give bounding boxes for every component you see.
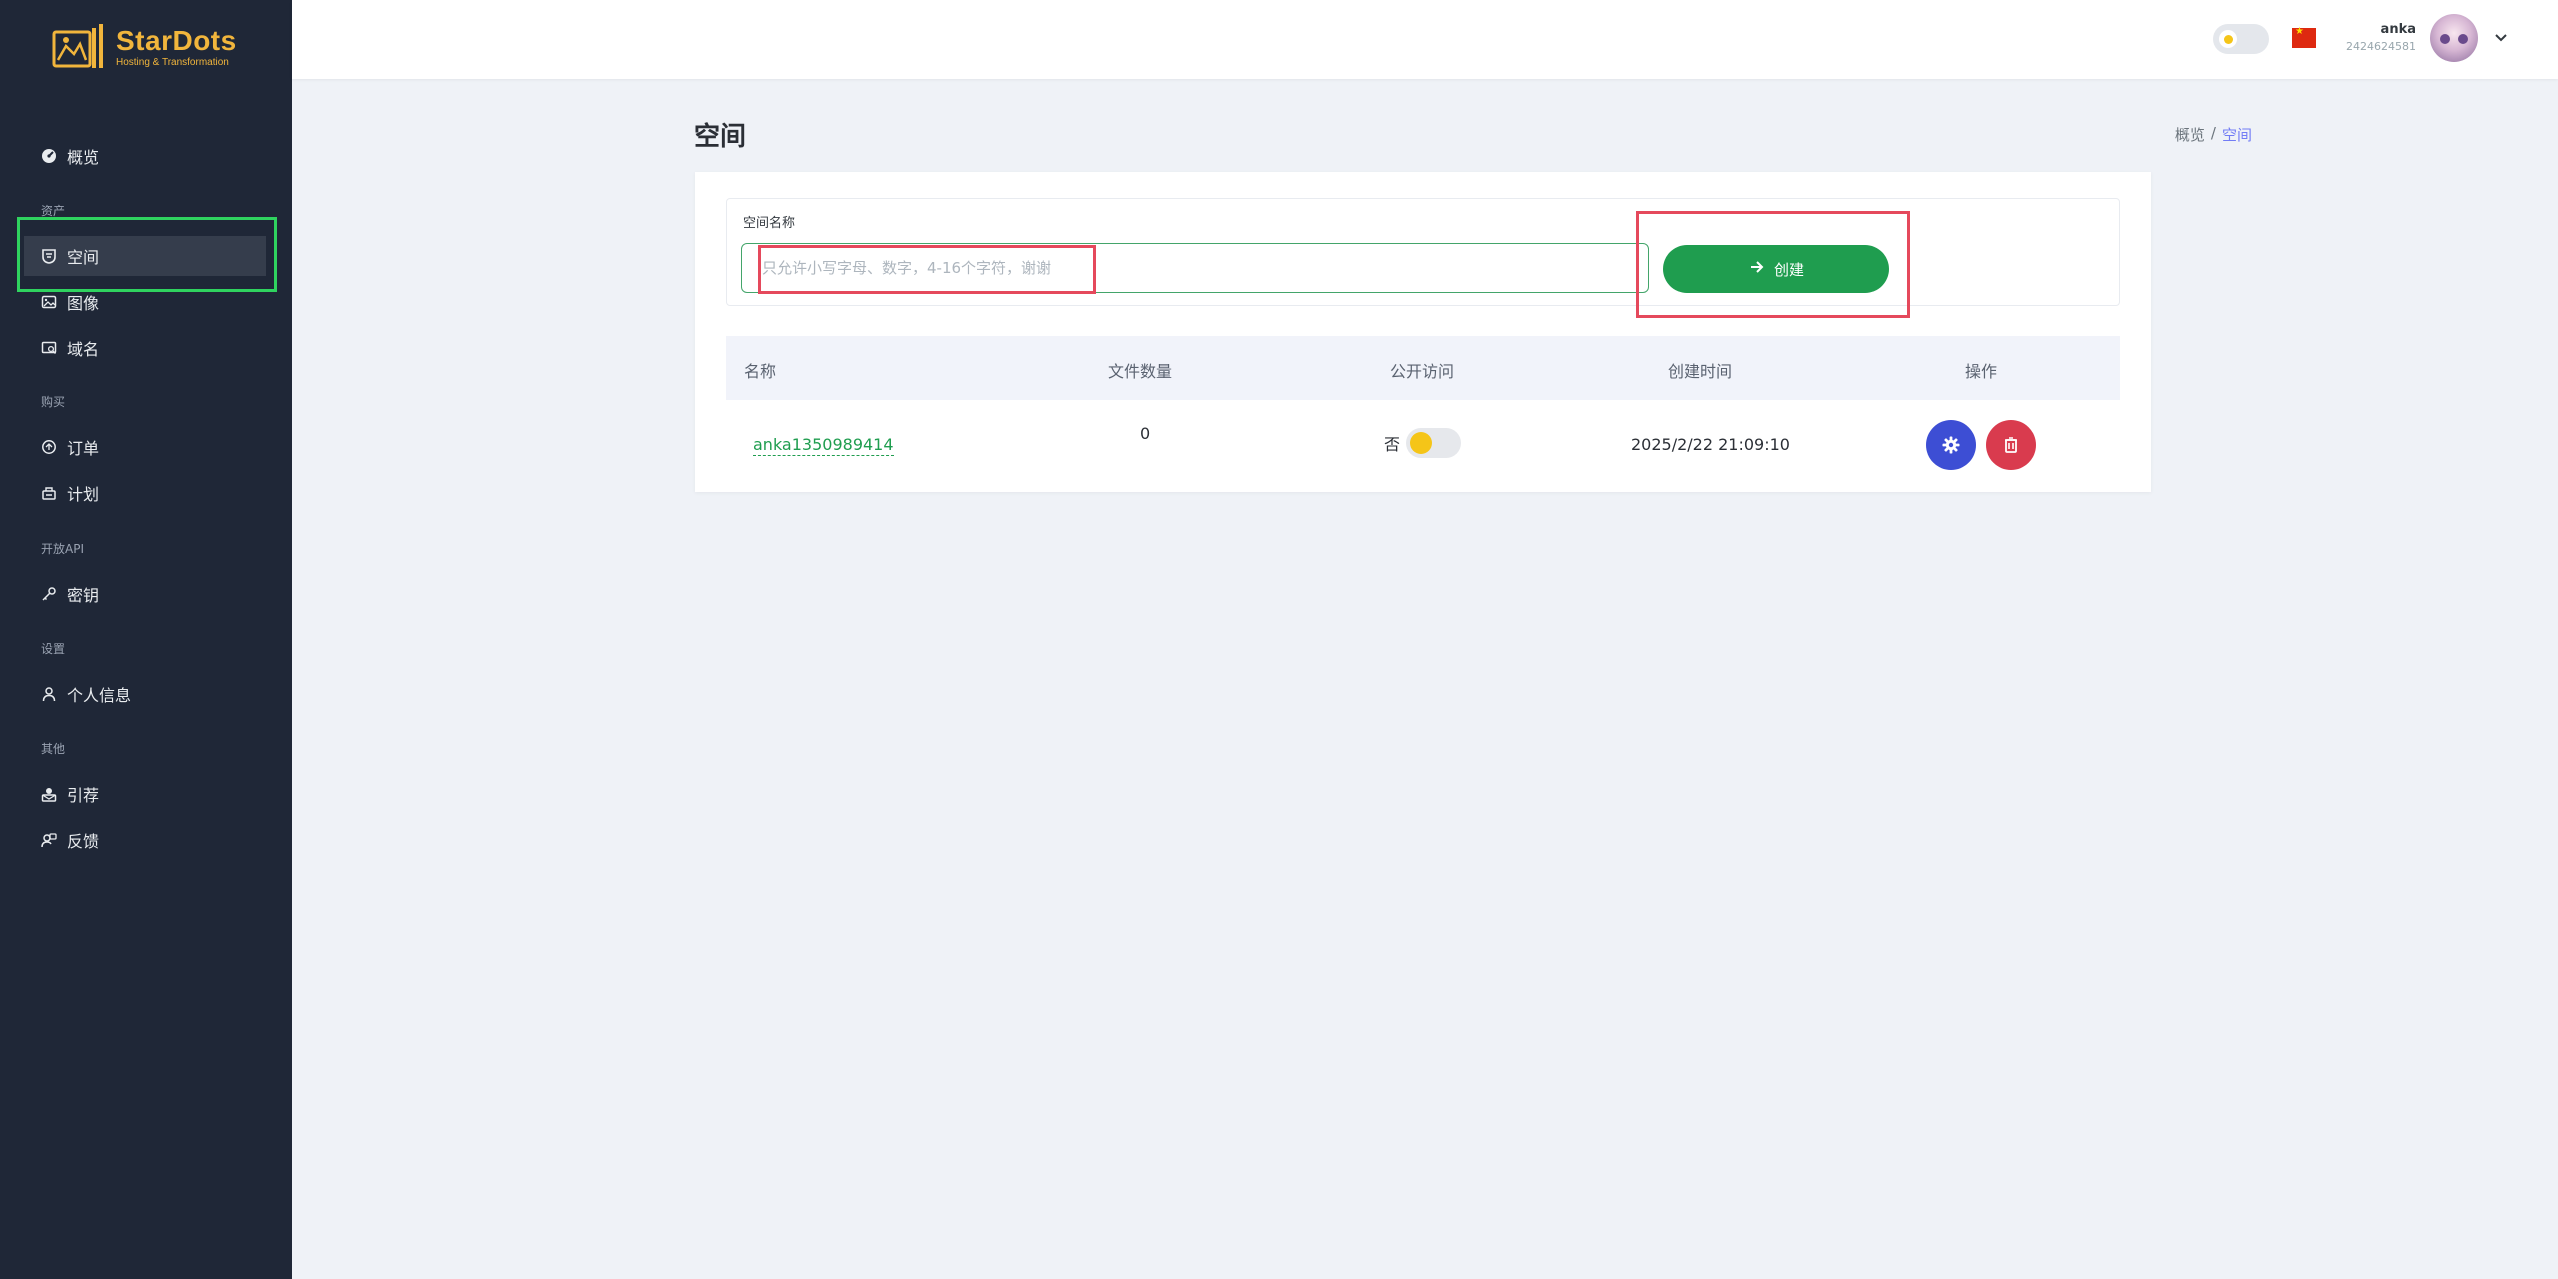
sidebar-item-domains[interactable]: 域名 bbox=[24, 328, 266, 368]
column-header-created-at: 创建时间 bbox=[1668, 362, 1733, 381]
sidebar-item-label: 引荐 bbox=[67, 786, 100, 805]
sidebar-section-purchase: 购买 bbox=[41, 395, 66, 409]
sidebar-item-label: 密钥 bbox=[67, 586, 100, 605]
avatar[interactable] bbox=[2430, 14, 2478, 62]
referral-icon bbox=[40, 785, 58, 803]
space-name-link[interactable]: anka1350989414 bbox=[753, 435, 894, 456]
highlight-box-create bbox=[1636, 211, 1910, 318]
sidebar-item-plans[interactable]: 计划 bbox=[24, 473, 266, 513]
stardots-logo-icon bbox=[52, 22, 106, 74]
sidebar-section-settings: 设置 bbox=[41, 642, 66, 656]
breadcrumb: 概览 / 空间 bbox=[2060, 124, 2252, 145]
public-access-toggle[interactable] bbox=[1406, 428, 1462, 458]
highlight-box-input bbox=[758, 245, 1096, 294]
user-name[interactable]: anka bbox=[2330, 22, 2416, 37]
spaces-card: 空间名称 创建 名称 文件数量 公开访问 创建时间 操作 anka1350989… bbox=[695, 172, 2151, 492]
trash-icon bbox=[2005, 437, 2017, 453]
public-access-cell: 否 bbox=[1384, 428, 1462, 458]
sidebar: StarDots Hosting & Transformation 概览 资产 … bbox=[0, 0, 292, 1279]
sidebar-item-overview[interactable]: 概览 bbox=[24, 136, 266, 176]
brand-logo[interactable]: StarDots Hosting & Transformation bbox=[52, 20, 237, 76]
sidebar-item-label: 反馈 bbox=[67, 832, 100, 851]
brand-name: StarDots bbox=[116, 25, 237, 56]
sidebar-item-feedback[interactable]: 反馈 bbox=[24, 820, 266, 860]
theme-toggle[interactable] bbox=[2213, 24, 2269, 54]
breadcrumb-overview-link[interactable]: 概览 bbox=[2175, 124, 2205, 145]
plan-icon bbox=[40, 484, 58, 502]
sidebar-item-orders[interactable]: 订单 bbox=[24, 427, 266, 467]
sidebar-section-open-api: 开放API bbox=[41, 542, 84, 556]
key-icon bbox=[40, 585, 58, 603]
sidebar-item-label: 计划 bbox=[67, 485, 100, 504]
page-title: 空间 bbox=[694, 122, 747, 152]
sidebar-item-keys[interactable]: 密钥 bbox=[24, 574, 266, 614]
column-header-name: 名称 bbox=[744, 362, 777, 381]
created-at: 2025/2/22 21:09:10 bbox=[1631, 435, 1790, 454]
table-header: 名称 文件数量 公开访问 创建时间 操作 bbox=[726, 336, 2120, 400]
column-header-actions: 操作 bbox=[1965, 362, 1998, 381]
breadcrumb-current: 空间 bbox=[2221, 126, 2252, 144]
image-icon bbox=[40, 293, 58, 311]
column-header-file-count: 文件数量 bbox=[1108, 362, 1173, 381]
order-icon bbox=[40, 438, 58, 456]
brand-tagline: Hosting & Transformation bbox=[116, 57, 229, 68]
column-header-public-access: 公开访问 bbox=[1390, 362, 1455, 381]
china-flag-icon[interactable] bbox=[2292, 26, 2316, 48]
file-count: 0 bbox=[1140, 424, 1151, 443]
chevron-down-icon[interactable] bbox=[2492, 28, 2510, 46]
sidebar-item-label: 订单 bbox=[67, 439, 100, 458]
sun-icon bbox=[2219, 30, 2237, 48]
sidebar-item-referral[interactable]: 引荐 bbox=[24, 774, 266, 814]
delete-button[interactable] bbox=[1986, 420, 2036, 470]
user-id: 2424624581 bbox=[2346, 40, 2416, 53]
sidebar-item-profile[interactable]: 个人信息 bbox=[24, 674, 266, 714]
settings-button[interactable] bbox=[1926, 420, 1976, 470]
user-icon bbox=[40, 685, 58, 703]
highlight-box-green bbox=[17, 217, 277, 292]
space-name-label: 空间名称 bbox=[743, 216, 796, 231]
sidebar-item-label: 域名 bbox=[67, 340, 100, 359]
gear-icon bbox=[1942, 436, 1960, 454]
sidebar-item-label: 图像 bbox=[67, 294, 100, 313]
table-row: anka1350989414 0 否 2025/2/22 21:09:10 bbox=[726, 400, 2120, 492]
feedback-icon bbox=[40, 831, 58, 849]
sidebar-section-other: 其他 bbox=[41, 742, 66, 756]
dashboard-icon bbox=[40, 147, 58, 165]
domain-icon bbox=[40, 339, 58, 357]
sidebar-item-label: 个人信息 bbox=[67, 686, 132, 705]
sidebar-item-label: 概览 bbox=[67, 148, 100, 167]
public-access-label: 否 bbox=[1384, 435, 1401, 454]
breadcrumb-separator: / bbox=[2210, 124, 2216, 142]
